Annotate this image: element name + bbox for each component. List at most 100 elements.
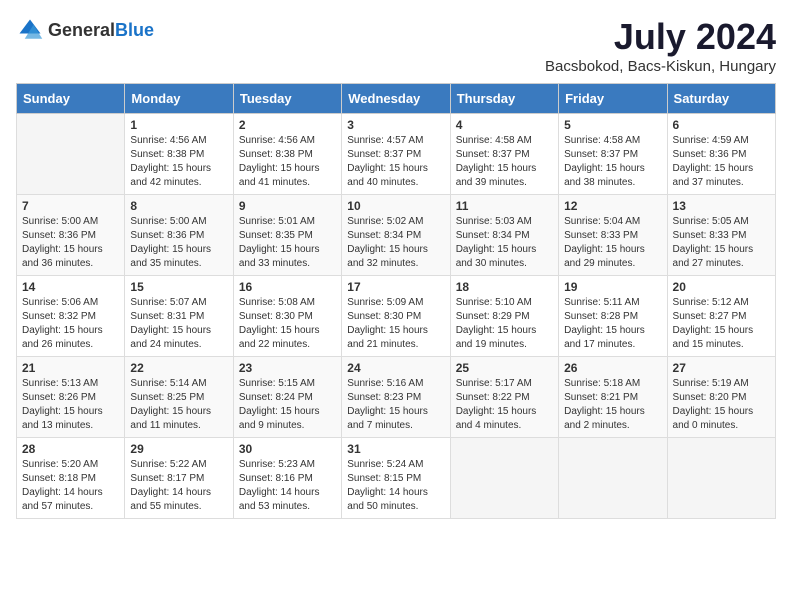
day-number: 30: [239, 442, 336, 456]
day-info: Sunrise: 5:24 AM Sunset: 8:15 PM Dayligh…: [347, 458, 444, 514]
calendar-cell: 11 Sunrise: 5:03 AM Sunset: 8:34 PM Dayli…: [450, 195, 558, 276]
day-number: 25: [456, 361, 553, 375]
weekday-header-sunday: Sunday: [17, 84, 125, 114]
logo-general: General: [48, 20, 115, 40]
day-number: 10: [347, 199, 444, 213]
calendar-cell: 13 Sunrise: 5:05 AM Sunset: 8:33 PM Dayli…: [667, 195, 775, 276]
calendar-cell: 6 Sunrise: 4:59 AM Sunset: 8:36 PM Daylig…: [667, 114, 775, 195]
day-number: 5: [564, 118, 661, 132]
calendar-week-3: 21 Sunrise: 5:13 AM Sunset: 8:26 PM Dayli…: [17, 357, 776, 438]
day-number: 4: [456, 118, 553, 132]
day-info: Sunrise: 5:23 AM Sunset: 8:16 PM Dayligh…: [239, 458, 336, 514]
weekday-header-monday: Monday: [125, 84, 233, 114]
weekday-header-friday: Friday: [559, 84, 667, 114]
day-info: Sunrise: 5:01 AM Sunset: 8:35 PM Dayligh…: [239, 215, 336, 271]
logo-icon: [16, 16, 44, 44]
day-number: 12: [564, 199, 661, 213]
month-title: July 2024: [545, 16, 776, 58]
calendar-cell: 24Sunrise: 5:16 AM Sunset: 8:23 PM Dayli…: [342, 357, 450, 438]
calendar-week-0: 1Sunrise: 4:56 AM Sunset: 8:38 PM Daylig…: [17, 114, 776, 195]
day-info: Sunrise: 5:02 AM Sunset: 8:34 PM Dayligh…: [347, 215, 444, 271]
day-number: 28: [22, 442, 119, 456]
day-info: Sunrise: 5:09 AM Sunset: 8:30 PM Dayligh…: [347, 296, 444, 352]
day-number: 23: [239, 361, 336, 375]
calendar-cell: 27 Sunrise: 5:19 AM Sunset: 8:20 PM Dayli…: [667, 357, 775, 438]
day-number: 19: [564, 280, 661, 294]
logo: GeneralBlue: [16, 16, 154, 44]
day-number: 27: [673, 361, 770, 375]
day-info: Sunrise: 4:59 AM Sunset: 8:36 PM Dayligh…: [673, 134, 770, 190]
day-number: 21: [22, 361, 119, 375]
day-info: Sunrise: 4:56 AM Sunset: 8:38 PM Dayligh…: [239, 134, 336, 190]
weekday-header-thursday: Thursday: [450, 84, 558, 114]
title-block: July 2024 Bacsbokod, Bacs-Kiskun, Hungar…: [545, 16, 776, 75]
calendar-cell: 4 Sunrise: 4:58 AM Sunset: 8:37 PM Daylig…: [450, 114, 558, 195]
day-number: 6: [673, 118, 770, 132]
day-number: 17: [347, 280, 444, 294]
calendar-cell: 23 Sunrise: 5:15 AM Sunset: 8:24 PM Dayli…: [233, 357, 341, 438]
calendar-cell: 7Sunrise: 5:00 AM Sunset: 8:36 PM Daylig…: [17, 195, 125, 276]
day-number: 13: [673, 199, 770, 213]
calendar-cell: 5 Sunrise: 4:58 AM Sunset: 8:37 PM Daylig…: [559, 114, 667, 195]
calendar-cell: 18Sunrise: 5:10 AM Sunset: 8:29 PM Dayli…: [450, 276, 558, 357]
calendar-week-4: 28 Sunrise: 5:20 AM Sunset: 8:18 PM Dayli…: [17, 438, 776, 519]
calendar-cell: 15Sunrise: 5:07 AM Sunset: 8:31 PM Dayli…: [125, 276, 233, 357]
weekday-header-saturday: Saturday: [667, 84, 775, 114]
day-number: 8: [130, 199, 227, 213]
calendar-cell: 3Sunrise: 4:57 AM Sunset: 8:37 PM Daylig…: [342, 114, 450, 195]
day-info: Sunrise: 5:18 AM Sunset: 8:21 PM Dayligh…: [564, 377, 661, 433]
calendar-week-1: 7Sunrise: 5:00 AM Sunset: 8:36 PM Daylig…: [17, 195, 776, 276]
calendar-cell: 8 Sunrise: 5:00 AM Sunset: 8:36 PM Daylig…: [125, 195, 233, 276]
day-info: Sunrise: 5:15 AM Sunset: 8:24 PM Dayligh…: [239, 377, 336, 433]
calendar-cell: [450, 438, 558, 519]
day-number: 22: [130, 361, 227, 375]
day-info: Sunrise: 5:11 AM Sunset: 8:28 PM Dayligh…: [564, 296, 661, 352]
day-info: Sunrise: 5:16 AM Sunset: 8:23 PM Dayligh…: [347, 377, 444, 433]
day-info: Sunrise: 5:05 AM Sunset: 8:33 PM Dayligh…: [673, 215, 770, 271]
day-info: Sunrise: 4:57 AM Sunset: 8:37 PM Dayligh…: [347, 134, 444, 190]
calendar-cell: 29Sunrise: 5:22 AM Sunset: 8:17 PM Dayli…: [125, 438, 233, 519]
location-subtitle: Bacsbokod, Bacs-Kiskun, Hungary: [545, 58, 776, 75]
calendar-cell: 30 Sunrise: 5:23 AM Sunset: 8:16 PM Dayli…: [233, 438, 341, 519]
day-number: 15: [130, 280, 227, 294]
calendar-cell: [667, 438, 775, 519]
day-info: Sunrise: 5:10 AM Sunset: 8:29 PM Dayligh…: [456, 296, 553, 352]
calendar-cell: 1Sunrise: 4:56 AM Sunset: 8:38 PM Daylig…: [125, 114, 233, 195]
calendar-week-2: 14Sunrise: 5:06 AM Sunset: 8:32 PM Dayli…: [17, 276, 776, 357]
day-info: Sunrise: 5:00 AM Sunset: 8:36 PM Dayligh…: [22, 215, 119, 271]
calendar-cell: 12 Sunrise: 5:04 AM Sunset: 8:33 PM Dayli…: [559, 195, 667, 276]
weekday-header-tuesday: Tuesday: [233, 84, 341, 114]
logo-blue: Blue: [115, 20, 154, 40]
calendar-cell: 14Sunrise: 5:06 AM Sunset: 8:32 PM Dayli…: [17, 276, 125, 357]
calendar-cell: 9Sunrise: 5:01 AM Sunset: 8:35 PM Daylig…: [233, 195, 341, 276]
day-info: Sunrise: 5:14 AM Sunset: 8:25 PM Dayligh…: [130, 377, 227, 433]
calendar-cell: 31Sunrise: 5:24 AM Sunset: 8:15 PM Dayli…: [342, 438, 450, 519]
calendar-cell: 19 Sunrise: 5:11 AM Sunset: 8:28 PM Dayli…: [559, 276, 667, 357]
day-number: 11: [456, 199, 553, 213]
day-info: Sunrise: 4:58 AM Sunset: 8:37 PM Dayligh…: [456, 134, 553, 190]
calendar-body: 1Sunrise: 4:56 AM Sunset: 8:38 PM Daylig…: [17, 114, 776, 519]
calendar-cell: 17 Sunrise: 5:09 AM Sunset: 8:30 PM Dayli…: [342, 276, 450, 357]
day-number: 20: [673, 280, 770, 294]
calendar-cell: 21 Sunrise: 5:13 AM Sunset: 8:26 PM Dayli…: [17, 357, 125, 438]
day-info: Sunrise: 5:06 AM Sunset: 8:32 PM Dayligh…: [22, 296, 119, 352]
day-info: Sunrise: 5:04 AM Sunset: 8:33 PM Dayligh…: [564, 215, 661, 271]
calendar-cell: 20 Sunrise: 5:12 AM Sunset: 8:27 PM Dayli…: [667, 276, 775, 357]
calendar-cell: 22 Sunrise: 5:14 AM Sunset: 8:25 PM Dayli…: [125, 357, 233, 438]
day-info: Sunrise: 4:58 AM Sunset: 8:37 PM Dayligh…: [564, 134, 661, 190]
day-info: Sunrise: 5:17 AM Sunset: 8:22 PM Dayligh…: [456, 377, 553, 433]
day-info: Sunrise: 5:20 AM Sunset: 8:18 PM Dayligh…: [22, 458, 119, 514]
day-number: 26: [564, 361, 661, 375]
calendar-cell: 25 Sunrise: 5:17 AM Sunset: 8:22 PM Dayli…: [450, 357, 558, 438]
calendar-cell: 2Sunrise: 4:56 AM Sunset: 8:38 PM Daylig…: [233, 114, 341, 195]
weekday-row: SundayMondayTuesdayWednesdayThursdayFrid…: [17, 84, 776, 114]
day-info: Sunrise: 4:56 AM Sunset: 8:38 PM Dayligh…: [130, 134, 227, 190]
day-info: Sunrise: 5:19 AM Sunset: 8:20 PM Dayligh…: [673, 377, 770, 433]
day-info: Sunrise: 5:00 AM Sunset: 8:36 PM Dayligh…: [130, 215, 227, 271]
day-info: Sunrise: 5:03 AM Sunset: 8:34 PM Dayligh…: [456, 215, 553, 271]
calendar-cell: [17, 114, 125, 195]
day-info: Sunrise: 5:13 AM Sunset: 8:26 PM Dayligh…: [22, 377, 119, 433]
day-info: Sunrise: 5:12 AM Sunset: 8:27 PM Dayligh…: [673, 296, 770, 352]
calendar-header: SundayMondayTuesdayWednesdayThursdayFrid…: [17, 84, 776, 114]
day-info: Sunrise: 5:08 AM Sunset: 8:30 PM Dayligh…: [239, 296, 336, 352]
